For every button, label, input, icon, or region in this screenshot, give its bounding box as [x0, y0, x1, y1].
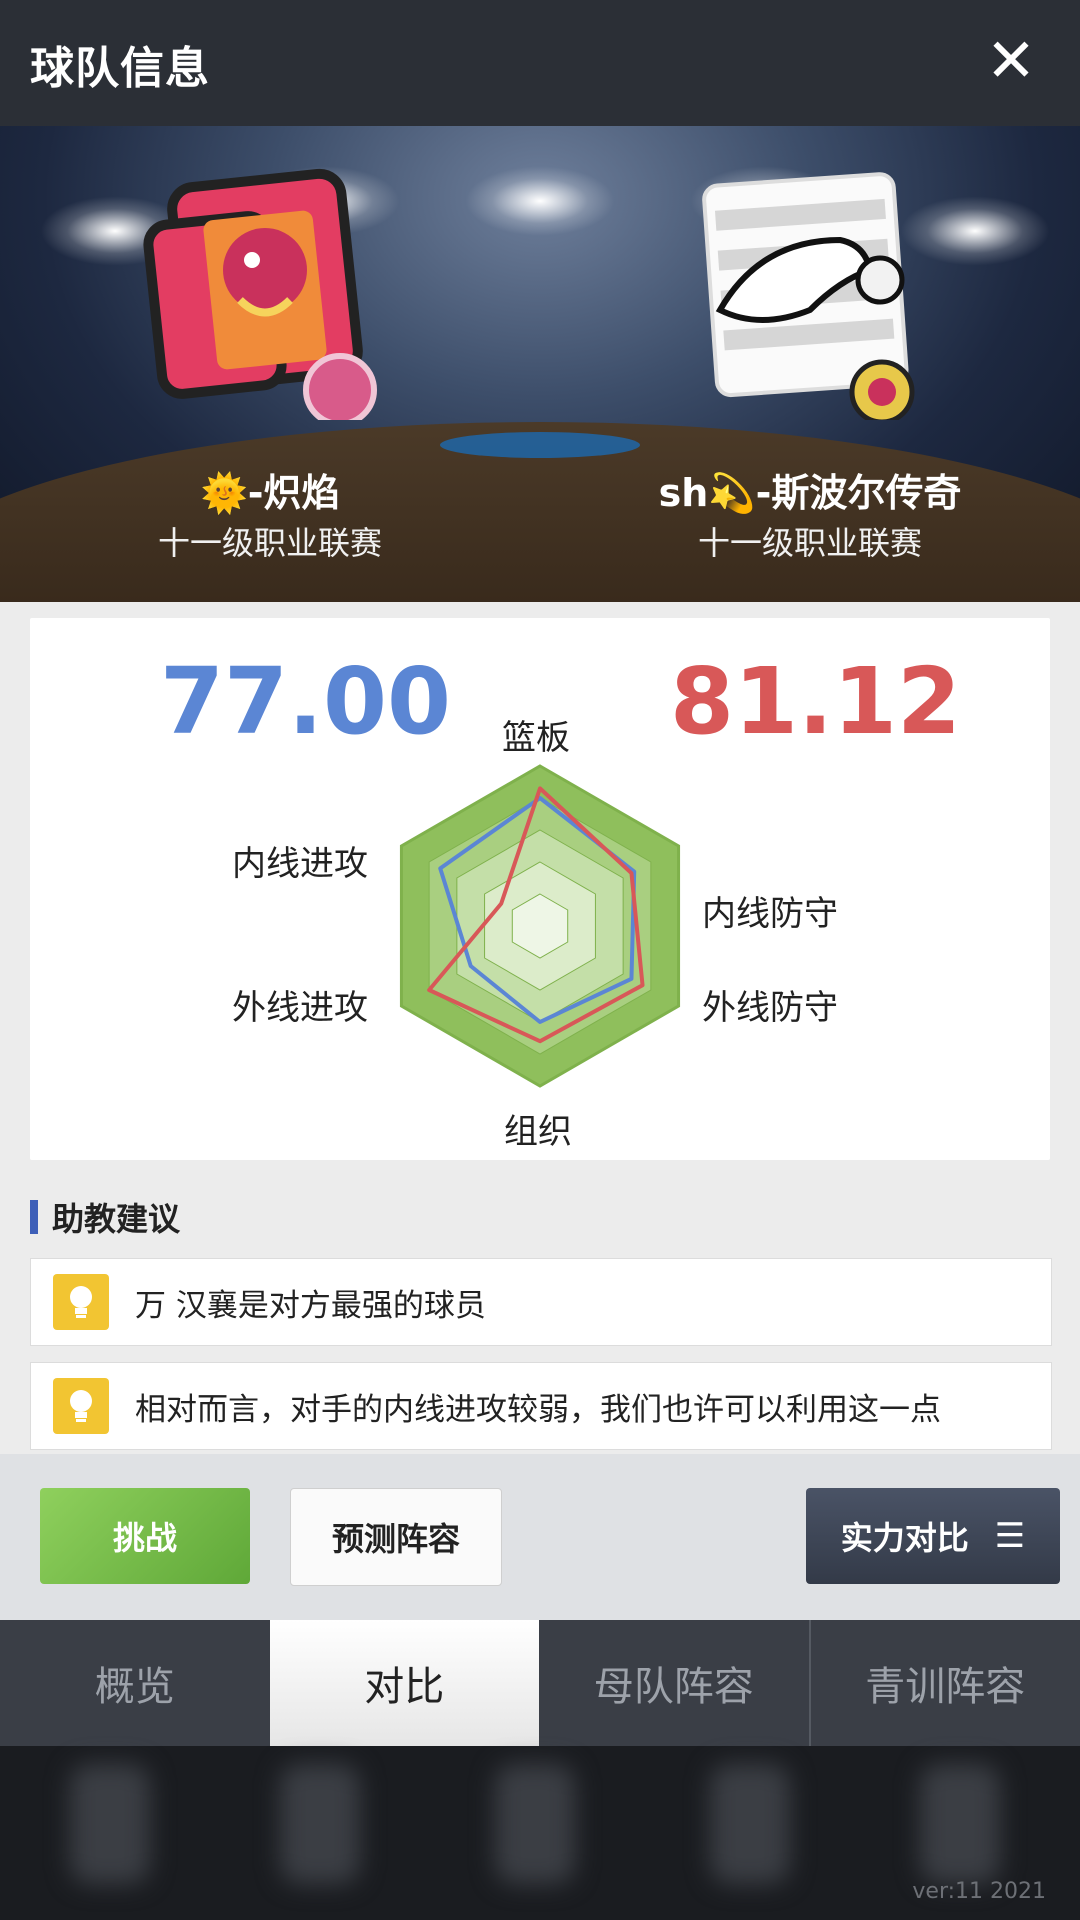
challenge-button[interactable]: 挑战 [40, 1488, 250, 1584]
menu-icon: ☰ [994, 1516, 1026, 1556]
advice-tip: 万 汉襄是对方最强的球员 [30, 1258, 1052, 1346]
tab-parent-roster[interactable]: 母队阵容 [539, 1620, 811, 1746]
advice-tip-text: 相对而言，对手的内线进攻较弱，我们也许可以利用这一点 [135, 1391, 941, 1428]
lightbulb-icon [53, 1274, 109, 1330]
team-right-league: 十一级职业联赛 [697, 524, 922, 562]
dragon-logo-icon [143, 168, 377, 420]
team-right-name: sh💫-斯波尔传奇 [658, 471, 962, 515]
advice-tip: 相对而言，对手的内线进攻较弱，我们也许可以利用这一点 [30, 1362, 1052, 1450]
team-left-name: 🌞-炽焰 [200, 471, 340, 515]
strength-compare-label: 实力对比 [840, 1519, 969, 1557]
team-left-league: 十一级职业联赛 [157, 524, 382, 562]
radar-chart [399, 764, 681, 1088]
tab-bar: 概览 对比 母队阵容 青训阵容 [0, 1620, 1080, 1746]
advice-header: 助教建议 [30, 1200, 180, 1238]
compare-card: 77.00 81.12 篮板 内线防守 外线防守 组织 外线进攻 内线进攻 [30, 618, 1050, 1160]
lightbulb-icon [53, 1378, 109, 1434]
tab-overview[interactable]: 概览 [0, 1620, 270, 1746]
title-bar: 球队信息 ✕ [0, 0, 1080, 126]
tab-youth-roster[interactable]: 青训阵容 [811, 1620, 1080, 1746]
tab-compare[interactable]: 对比 [269, 1620, 539, 1746]
page-title: 球队信息 [30, 43, 210, 94]
predict-lineup-button[interactable]: 预测阵容 [290, 1488, 502, 1586]
close-icon[interactable]: ✕ [976, 26, 1046, 96]
team-banner: 🌞-炽焰 十一级职业联赛 sh💫-斯波尔传奇 十一级职业联赛 [0, 126, 1080, 602]
shark-logo-icon [702, 172, 915, 420]
action-bar: 挑战 预测阵容 实力对比 ☰ [0, 1454, 1080, 1620]
strength-compare-button[interactable]: 实力对比 ☰ [806, 1488, 1060, 1584]
footer-area: ver:11 2021 [0, 1746, 1080, 1920]
version-text: ver:11 2021 [912, 1879, 1046, 1904]
advice-tip-text: 万 汉襄是对方最强的球员 [135, 1287, 486, 1324]
advice-title: 助教建议 [52, 1200, 181, 1238]
